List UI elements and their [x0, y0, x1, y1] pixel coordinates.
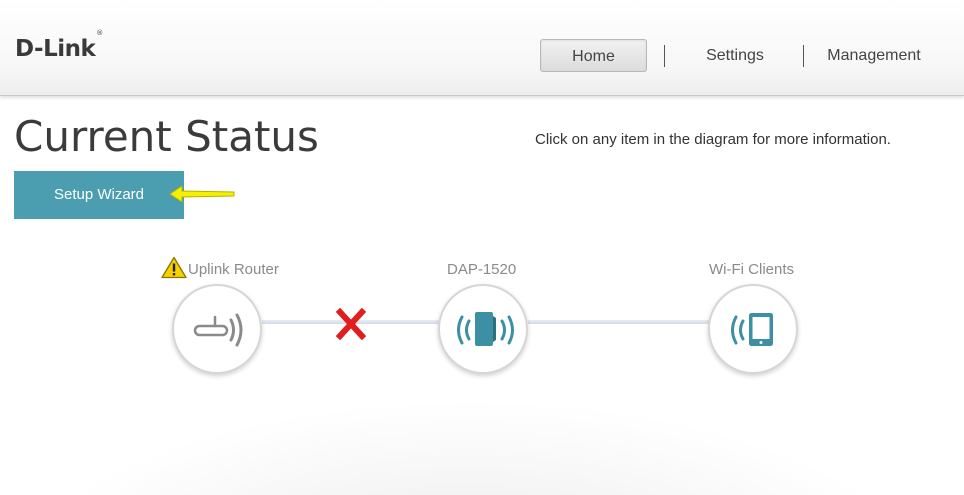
setup-wizard-button[interactable]: Setup Wizard — [14, 171, 184, 219]
header: D-Link® Home Settings Management — [0, 0, 964, 96]
disconnected-x-icon — [336, 308, 366, 340]
dap-1520-label: DAP-1520 — [447, 261, 517, 278]
tablet-icon — [731, 313, 773, 346]
wifi-clients-label: Wi-Fi Clients — [709, 261, 794, 278]
nav-management-tab[interactable]: Management — [812, 39, 936, 72]
dap-1520-node[interactable] — [438, 284, 528, 374]
wifi-clients-node[interactable] — [708, 284, 798, 374]
nav-home-tab[interactable]: Home — [540, 39, 647, 72]
extender-icon — [457, 312, 514, 346]
uplink-router-label: Uplink Router — [188, 261, 279, 278]
nav-settings-tab[interactable]: Settings — [680, 39, 790, 72]
logo-text: D-Link — [15, 36, 96, 62]
nav-divider — [803, 45, 804, 67]
diagram-hint-text: Click on any item in the diagram for mor… — [535, 131, 891, 148]
registered-mark: ® — [96, 29, 103, 38]
clients-connection-line — [528, 320, 710, 324]
router-icon — [193, 313, 243, 347]
warning-icon — [161, 256, 187, 279]
nav-divider — [664, 45, 665, 67]
uplink-router-node[interactable] — [172, 284, 262, 374]
arrow-pointer-icon — [169, 185, 235, 203]
page-title: Current Status — [14, 112, 319, 161]
dlink-logo: D-Link® — [15, 29, 103, 62]
